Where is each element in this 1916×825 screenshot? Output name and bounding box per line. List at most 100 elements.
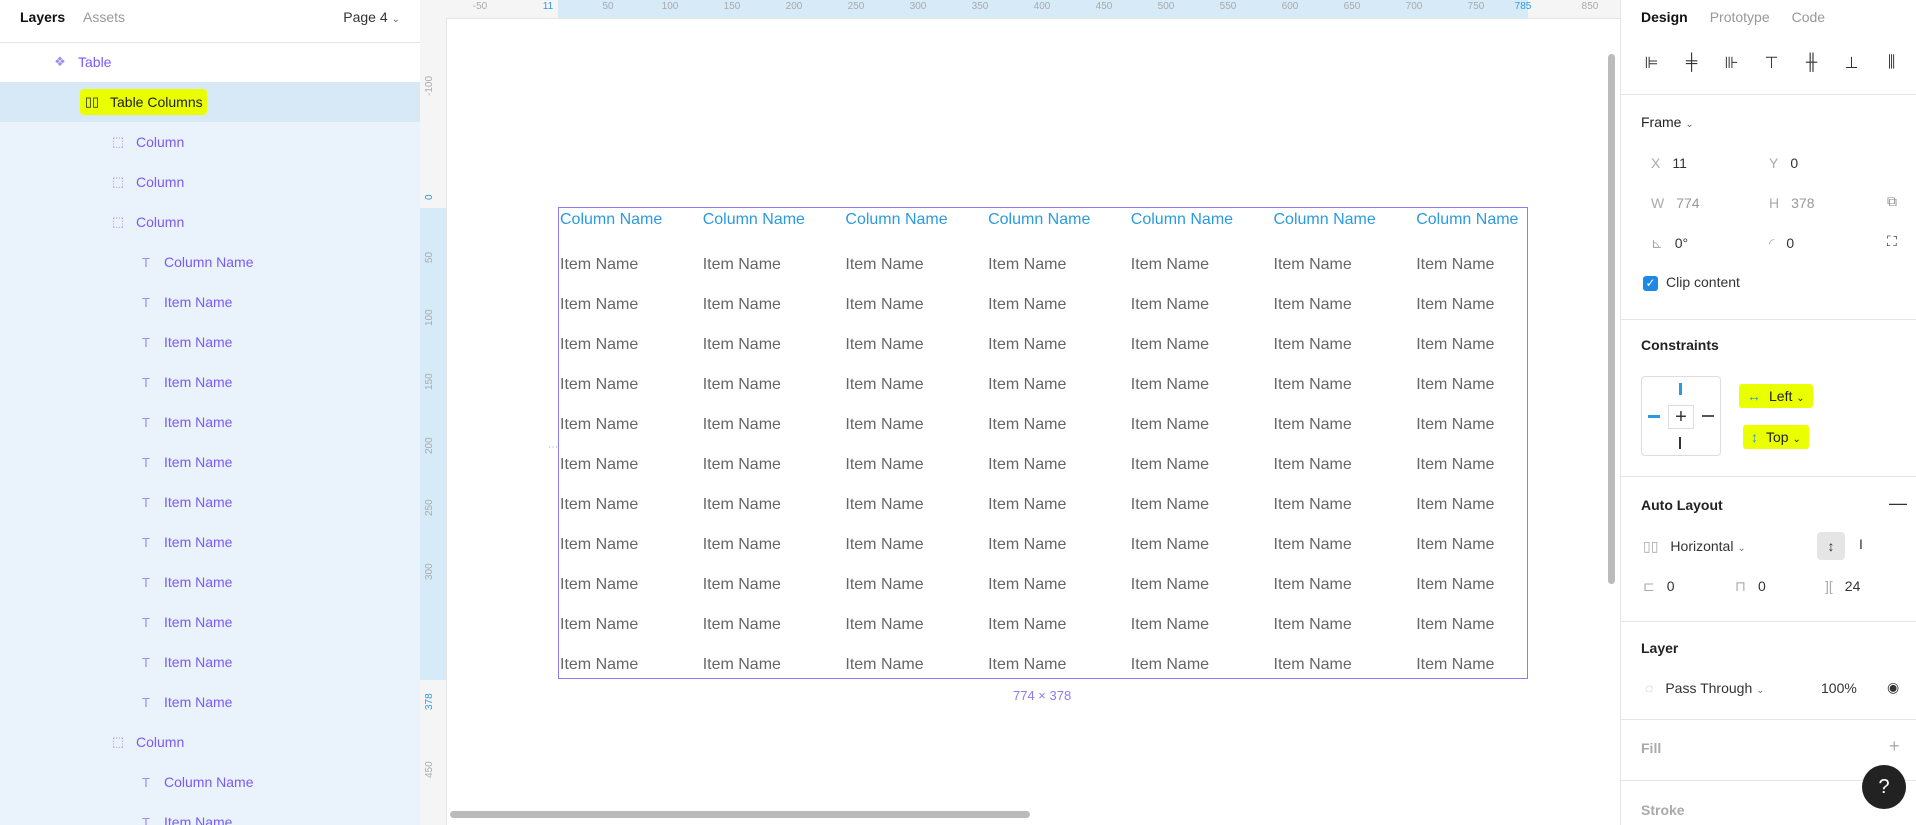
table-cell[interactable]: Item Name — [703, 376, 781, 394]
align-center-h-icon[interactable]: ╪ — [1679, 50, 1704, 75]
layer-row-item-name[interactable]: T Item Name — [0, 642, 420, 682]
layer-row-item-name[interactable]: T Item Name — [0, 322, 420, 362]
table-cell[interactable]: Item Name — [560, 536, 638, 554]
layer-row-column[interactable]: ⬚ Column — [0, 122, 420, 162]
column-header[interactable]: Column Name — [560, 211, 662, 229]
align-left-icon[interactable]: ⊫ — [1639, 50, 1664, 75]
vertical-constraint-select[interactable]: ↕ Top ⌄ — [1743, 425, 1809, 449]
align-right-icon[interactable]: ⊪ — [1719, 50, 1744, 75]
layer-row-item-name[interactable]: T Item Name — [0, 522, 420, 562]
x-field[interactable]: X 11 — [1651, 155, 1687, 171]
table-cell[interactable]: Item Name — [845, 616, 923, 634]
table-cell[interactable]: Item Name — [560, 296, 638, 314]
w-field[interactable]: W 774 — [1651, 195, 1700, 211]
table-cell[interactable]: Item Name — [1274, 456, 1352, 474]
constrain-proportions-icon[interactable]: ⧉ — [1887, 193, 1897, 210]
column-header[interactable]: Column Name — [703, 211, 805, 229]
table-cell[interactable]: Item Name — [988, 336, 1066, 354]
align-center-v-icon[interactable]: ╫ — [1799, 50, 1824, 75]
column-header[interactable]: Column Name — [1416, 211, 1518, 229]
distribute-icon[interactable]: ⫼ — [1879, 50, 1904, 75]
table-cell[interactable]: Item Name — [703, 536, 781, 554]
table-cell[interactable]: Item Name — [1131, 256, 1209, 274]
constraint-right-indicator[interactable] — [1702, 415, 1714, 417]
table-cell[interactable]: Item Name — [560, 416, 638, 434]
layer-row-column[interactable]: ⬚ Column — [0, 722, 420, 762]
table-cell[interactable]: Item Name — [1274, 656, 1352, 674]
column-header[interactable]: Column Name — [1274, 211, 1376, 229]
column-header[interactable]: Column Name — [1131, 211, 1233, 229]
y-field[interactable]: Y0 — [1769, 155, 1798, 171]
layer-row-item-name[interactable]: T Item Name — [0, 282, 420, 322]
table-cell[interactable]: Item Name — [1416, 496, 1494, 514]
constraint-bottom-indicator[interactable] — [1679, 437, 1681, 449]
layer-row-item-name[interactable]: T Item Name — [0, 562, 420, 602]
table-cell[interactable]: Item Name — [703, 656, 781, 674]
eye-icon[interactable]: ◉ — [1887, 679, 1899, 696]
table-cell[interactable]: Item Name — [1274, 576, 1352, 594]
table-cell[interactable]: Item Name — [703, 416, 781, 434]
table-cell[interactable]: Item Name — [988, 536, 1066, 554]
tab-assets[interactable]: Assets — [83, 9, 125, 25]
table-cell[interactable]: Item Name — [560, 496, 638, 514]
table-cell[interactable]: Item Name — [560, 656, 638, 674]
layer-row-item-name[interactable]: T Item Name — [0, 482, 420, 522]
page-selector[interactable]: Page 4 ⌄ — [343, 9, 400, 25]
table-cell[interactable]: Item Name — [703, 576, 781, 594]
table-cell[interactable]: Item Name — [845, 336, 923, 354]
table-cell[interactable]: Item Name — [1131, 376, 1209, 394]
table-cell[interactable]: Item Name — [1416, 296, 1494, 314]
layer-row-table[interactable]: ❖ Table — [0, 42, 420, 82]
tab-design[interactable]: Design — [1641, 9, 1688, 25]
constraint-left-indicator[interactable] — [1648, 415, 1660, 418]
table-cell[interactable]: Item Name — [988, 416, 1066, 434]
table-cell[interactable]: Item Name — [845, 576, 923, 594]
table-cell[interactable]: Item Name — [1274, 376, 1352, 394]
independent-corners-icon[interactable]: ⛶ — [1887, 233, 1897, 250]
layer-row-item-name[interactable]: T Item Name — [0, 362, 420, 402]
column-header[interactable]: Column Name — [988, 211, 1090, 229]
table-cell[interactable]: Item Name — [560, 336, 638, 354]
table-cell[interactable]: Item Name — [560, 576, 638, 594]
column-header[interactable]: Column Name — [845, 211, 947, 229]
table-cell[interactable]: Item Name — [845, 536, 923, 554]
table-cell[interactable]: Item Name — [988, 576, 1066, 594]
table-cell[interactable]: Item Name — [1416, 256, 1494, 274]
table-cell[interactable]: Item Name — [1131, 496, 1209, 514]
table-cell[interactable]: Item Name — [703, 256, 781, 274]
vertical-resize-button[interactable]: ↕ — [1817, 532, 1845, 560]
table-cell[interactable]: Item Name — [988, 656, 1066, 674]
table-cell[interactable]: Item Name — [1416, 656, 1494, 674]
table-cell[interactable]: Item Name — [1416, 576, 1494, 594]
add-fill-button[interactable]: + — [1889, 736, 1900, 757]
h-field[interactable]: H 378 — [1769, 195, 1814, 211]
opacity-field[interactable]: 100% — [1821, 680, 1857, 696]
table-columns-frame[interactable]: Column Name Item Name Item Name Item Name It… — [558, 207, 1528, 679]
padding-horizontal-field[interactable]: ⊏ 0 — [1643, 578, 1675, 595]
table-cell[interactable]: Item Name — [1131, 616, 1209, 634]
table-cell[interactable]: Item Name — [1274, 256, 1352, 274]
table-cell[interactable]: Item Name — [988, 496, 1066, 514]
layer-row-item-name[interactable]: T Item Name — [0, 442, 420, 482]
layer-row-column-name[interactable]: T Column Name — [0, 242, 420, 282]
padding-vertical-field[interactable]: ⊓ 0 — [1735, 578, 1766, 595]
align-bottom-icon[interactable]: ⊥ — [1839, 50, 1864, 75]
direction-select[interactable]: ▯▯ Horizontal ⌄ — [1643, 538, 1746, 555]
table-cell[interactable]: Item Name — [1131, 656, 1209, 674]
table-cell[interactable]: Item Name — [1416, 416, 1494, 434]
layer-row-item-name[interactable]: T Item Name — [0, 602, 420, 642]
table-cell[interactable]: Item Name — [1131, 456, 1209, 474]
table-cell[interactable]: Item Name — [560, 616, 638, 634]
table-cell[interactable]: Item Name — [1416, 376, 1494, 394]
remove-auto-layout-button[interactable]: — — [1889, 493, 1907, 514]
horizontal-constraint-select[interactable]: ↔ Left ⌄ — [1739, 384, 1813, 408]
table-cell[interactable]: Item Name — [1131, 536, 1209, 554]
table-cell[interactable]: Item Name — [1131, 296, 1209, 314]
table-cell[interactable]: Item Name — [1274, 416, 1352, 434]
table-cell[interactable]: Item Name — [845, 656, 923, 674]
layer-row-column[interactable]: ⬚ Column — [0, 162, 420, 202]
table-cell[interactable]: Item Name — [1416, 336, 1494, 354]
blend-mode-select[interactable]: ◌ Pass Through ⌄ — [1645, 680, 1765, 696]
canvas[interactable]: -50 11 50 100 150 200 250 300 350 400 450 500 550 600… — [420, 0, 1620, 825]
table-cell[interactable]: Item Name — [1274, 296, 1352, 314]
